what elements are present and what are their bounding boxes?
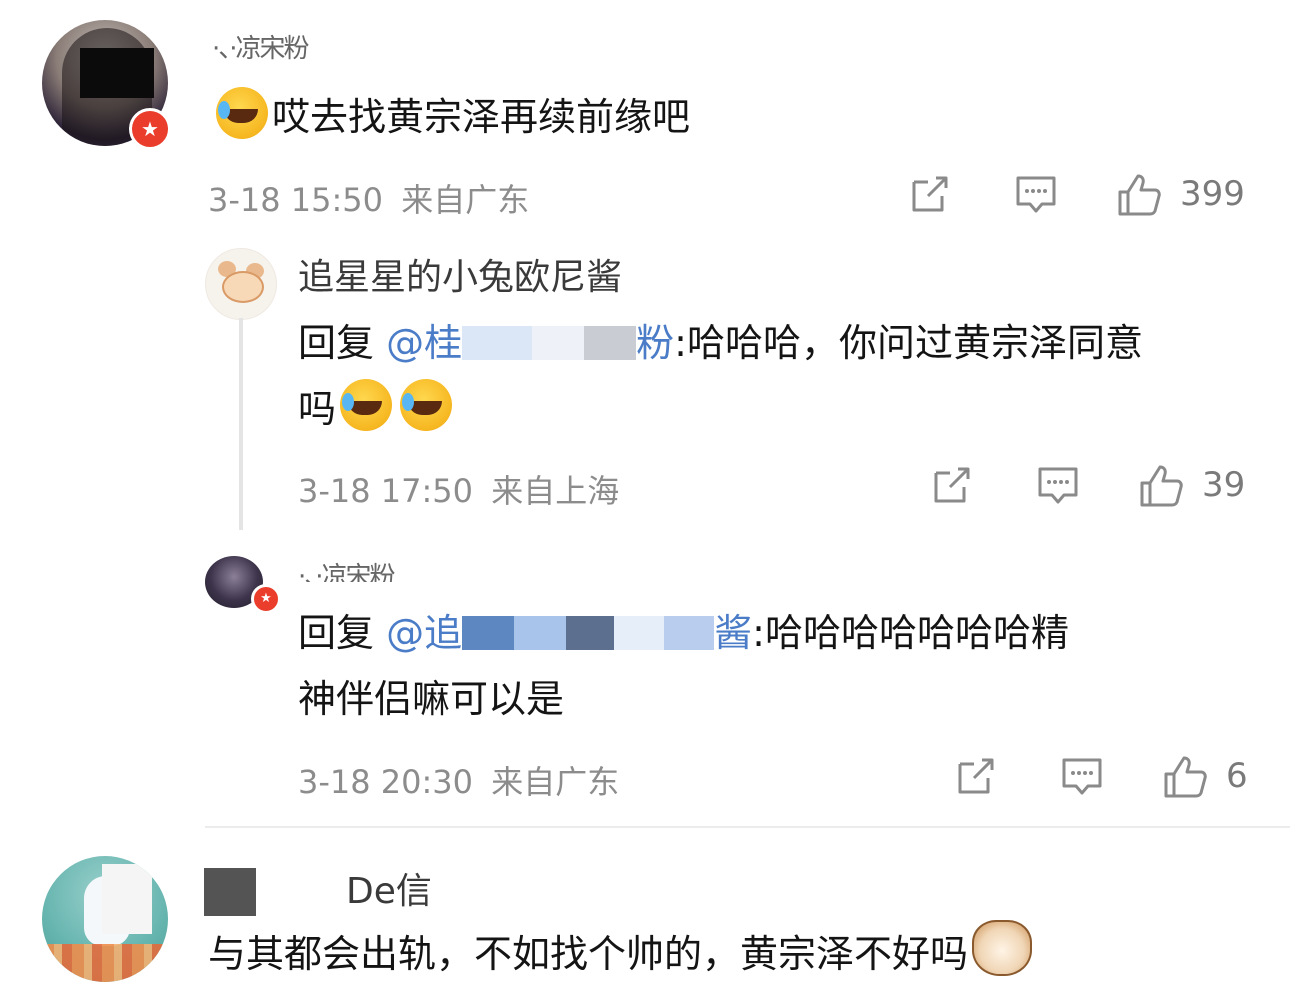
redaction-block [462,616,515,650]
cry-laugh-emoji [400,379,453,431]
comment-text: 哎去找黄宗泽再续前缘吧 [212,84,690,150]
cry-laugh-emoji [340,379,393,431]
comment-time: 3-18 15:50 [208,181,384,219]
comment-text: 与其都会出轨，不如找个帅的，黄宗泽不好吗 [208,920,1033,987]
star-badge-icon: ★ [251,584,281,614]
reply-username[interactable]: ·、·凉宋粉 [298,556,508,582]
avatar-flowers [42,944,168,982]
share-icon[interactable] [928,461,976,513]
comment-text-body: 哎去找黄宗泽再续前缘吧 [272,95,691,139]
reply-text-body: :哈哈哈哈哈哈哈精 [752,611,1069,655]
cry-laugh-emoji [216,87,268,139]
like-count: 39 [1202,465,1246,505]
thumbs-up-icon[interactable] [1136,461,1186,515]
reply-username[interactable]: 追星星的小兔欧尼酱 [298,248,622,300]
avatar-censor-block [102,864,152,934]
reply-text-body: :哈哈哈，你问过黄宗泽同意 [674,321,1143,365]
redaction-block [584,326,637,360]
comment-icon[interactable] [1034,461,1082,513]
share-icon[interactable] [952,752,1000,804]
like-count: 399 [1180,174,1245,214]
mention-text-end: 粉 [636,321,675,365]
reply-text-body-2: 神伴侣嘛可以是 [298,677,565,721]
reply-thread-line [239,318,243,530]
star-badge-icon: ★ [129,108,171,150]
redaction-block [514,616,567,650]
cat-emoji [972,920,1033,976]
reply-time: 3-18 17:50 [298,472,474,510]
mention-text-start: @追 [386,611,463,655]
reply-actions: 6 [952,752,1272,802]
like-count: 6 [1226,756,1248,796]
redaction-block [614,616,665,650]
reply-text: 回复 @桂 粉:哈哈哈，你问过黄宗泽同意 [298,310,1143,376]
mention-link[interactable]: @桂 粉 [386,321,674,365]
redaction-block [532,326,585,360]
comment-text-body: 与其都会出轨，不如找个帅的，黄宗泽不好吗 [208,932,969,976]
username-redaction-block [204,868,256,916]
mention-text-end: 酱 [714,611,753,655]
redaction-block [462,326,533,360]
reply-prefix: 回复 [298,321,375,365]
reply-prefix: 回复 [298,611,375,655]
reply-actions: 39 [928,461,1268,511]
comment-username[interactable]: De信 [346,862,432,914]
comment-username[interactable]: ·、·凉宋粉 [212,28,412,68]
reply-text-body-2: 吗 [298,387,337,431]
comment-actions: 399 [906,170,1266,220]
avatar[interactable] [205,248,277,320]
comment-meta: 3-18 15:50 来自广东 [208,175,529,221]
reply-meta: 3-18 17:50 来自上海 [298,466,619,512]
comment-icon[interactable] [1012,170,1060,222]
comment-location: 来自广东 [401,181,530,219]
redaction-block [664,616,715,650]
reply-location: 来自上海 [491,472,620,510]
avatar-censor-block [80,48,154,98]
reply-time: 3-18 20:30 [298,763,474,801]
avatar-face [222,271,264,303]
thumbs-up-icon[interactable] [1160,752,1210,806]
reply-text-line2: 神伴侣嘛可以是 [298,666,564,732]
thumbs-up-icon[interactable] [1114,170,1164,224]
share-icon[interactable] [906,170,954,222]
mention-link[interactable]: @追 酱 [386,611,752,655]
avatar[interactable] [42,856,168,982]
comment-divider [205,826,1290,828]
reply-text: 回复 @追 酱:哈哈哈哈哈哈哈精 [298,600,1069,666]
comment-icon[interactable] [1058,752,1106,804]
redaction-block [566,616,615,650]
reply-location: 来自广东 [491,763,620,801]
reply-text-line2: 吗 [298,376,456,442]
mention-text-start: @桂 [386,321,463,365]
reply-meta: 3-18 20:30 来自广东 [298,757,619,803]
